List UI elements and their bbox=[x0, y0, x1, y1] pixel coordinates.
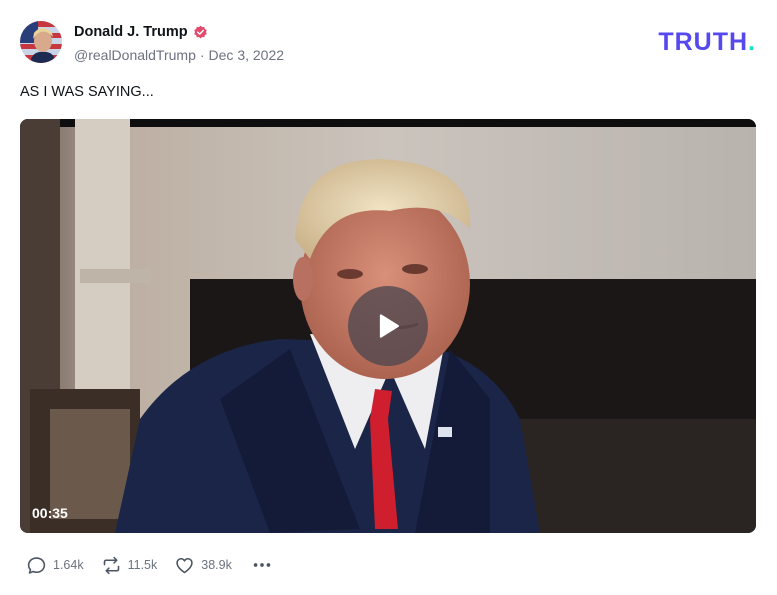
like-count: 38.9k bbox=[201, 558, 232, 572]
more-options-button[interactable] bbox=[251, 554, 273, 576]
meta-separator: · bbox=[199, 47, 205, 63]
play-icon bbox=[379, 314, 399, 338]
play-button[interactable] bbox=[348, 286, 428, 366]
retruth-button[interactable]: 11.5k bbox=[101, 555, 158, 576]
verified-badge-icon bbox=[193, 25, 208, 40]
truth-logo[interactable]: TRUTH. bbox=[658, 28, 756, 57]
video-player[interactable]: 00:35 bbox=[20, 119, 756, 533]
author-handle[interactable]: @realDonaldTrump bbox=[74, 47, 196, 63]
reply-icon bbox=[27, 556, 46, 574]
logo-text: TRUTH bbox=[658, 28, 749, 56]
logo-dot: . bbox=[748, 28, 756, 56]
post-header: Donald J. Trump @realDonaldTrump · Dec 3… bbox=[20, 21, 757, 65]
more-icon bbox=[253, 563, 271, 567]
author-block: Donald J. Trump @realDonaldTrump · Dec 3… bbox=[74, 23, 284, 63]
post-text: AS I WAS SAYING... bbox=[20, 84, 154, 100]
avatar[interactable] bbox=[20, 21, 62, 63]
like-button[interactable]: 38.9k bbox=[174, 555, 232, 576]
post-date[interactable]: Dec 3, 2022 bbox=[209, 47, 285, 63]
post-actions: 1.64k 11.5k 38.9k bbox=[26, 554, 273, 576]
reply-count: 1.64k bbox=[53, 558, 84, 572]
video-duration: 00:35 bbox=[32, 505, 68, 521]
retruth-icon bbox=[103, 556, 119, 574]
retruth-count: 11.5k bbox=[127, 558, 158, 572]
reply-button[interactable]: 1.64k bbox=[26, 555, 84, 576]
author-name[interactable]: Donald J. Trump bbox=[74, 24, 188, 40]
heart-icon bbox=[176, 557, 193, 573]
